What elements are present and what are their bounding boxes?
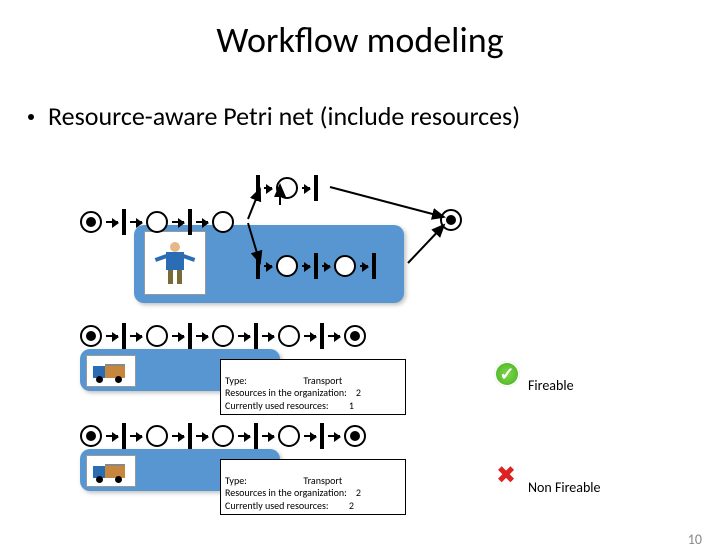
- petri-transport-1: [80, 323, 366, 349]
- truck-icon: [91, 460, 131, 482]
- transition: [320, 323, 324, 349]
- transition: [188, 323, 192, 349]
- place-split: [212, 211, 234, 233]
- place: [334, 255, 356, 277]
- truck-icon: [91, 360, 131, 382]
- cross-icon: ✖: [496, 461, 516, 490]
- place: [276, 177, 298, 199]
- arc: [130, 435, 142, 437]
- truck-image-2: [86, 455, 136, 487]
- petri-top-upper: [256, 175, 318, 201]
- place-start-token: [80, 425, 102, 447]
- transition: [122, 423, 126, 449]
- place: [146, 211, 168, 233]
- transition: [320, 423, 324, 449]
- petri-transport-2: [80, 423, 366, 449]
- info-box-2: Type: Transport Resources in the organiz…: [220, 459, 406, 515]
- place: [146, 425, 168, 447]
- arc: [304, 435, 316, 437]
- transition: [372, 253, 376, 279]
- place: [146, 325, 168, 347]
- place-start-token: [80, 325, 102, 347]
- status-nonfireable: Non Fireable: [528, 479, 601, 496]
- check-icon: ✓: [494, 361, 520, 387]
- bullet-dot: [28, 114, 34, 120]
- transition: [254, 323, 258, 349]
- transition: [188, 209, 192, 235]
- arc: [106, 435, 118, 437]
- arc: [264, 265, 272, 267]
- place: [276, 255, 298, 277]
- arc: [130, 221, 142, 223]
- arc: [264, 187, 272, 189]
- arc: [106, 335, 118, 337]
- worker-icon: [152, 240, 198, 286]
- arc: [238, 335, 250, 337]
- bullet-text: Resource-aware Petri net (include resour…: [48, 100, 520, 132]
- transition: [254, 423, 258, 449]
- arc: [262, 435, 274, 437]
- transition: [122, 323, 126, 349]
- place: [278, 325, 300, 347]
- arc: [172, 335, 184, 337]
- petri-top-main: [80, 209, 234, 235]
- place-start-token: [80, 211, 102, 233]
- status-fireable: Fireable: [528, 377, 574, 394]
- arc: [196, 335, 208, 337]
- transition: [122, 209, 126, 235]
- page-title: Workflow modeling: [0, 18, 720, 62]
- arc: [302, 265, 310, 267]
- truck-image-1: [86, 355, 136, 387]
- arc: [262, 335, 274, 337]
- diagram-area: Type: Transport Resources in the organiz…: [80, 163, 640, 543]
- arc: [328, 435, 340, 437]
- arc: [328, 335, 340, 337]
- petri-top-end: [440, 209, 462, 231]
- place: [212, 325, 234, 347]
- arc: [360, 265, 368, 267]
- arc: [196, 221, 208, 223]
- arc: [304, 335, 316, 337]
- transition: [314, 175, 318, 201]
- petri-top-lower: [256, 253, 376, 279]
- place: [278, 425, 300, 447]
- info-box-1: Type: Transport Resources in the organiz…: [220, 359, 406, 415]
- transition: [188, 423, 192, 449]
- worker-image: [144, 231, 206, 295]
- bullet-item: Resource-aware Petri net (include resour…: [28, 100, 720, 132]
- arc: [196, 435, 208, 437]
- arc: [172, 221, 184, 223]
- place-end-token: [440, 209, 462, 231]
- place-end-token: [344, 425, 366, 447]
- arc: [172, 435, 184, 437]
- place-end-token: [344, 325, 366, 347]
- arc: [322, 265, 330, 267]
- arc: [302, 187, 310, 189]
- transition: [314, 253, 318, 279]
- place: [212, 425, 234, 447]
- arc: [238, 435, 250, 437]
- transition: [256, 175, 260, 201]
- arc: [130, 335, 142, 337]
- transition: [256, 253, 260, 279]
- arc: [106, 221, 118, 223]
